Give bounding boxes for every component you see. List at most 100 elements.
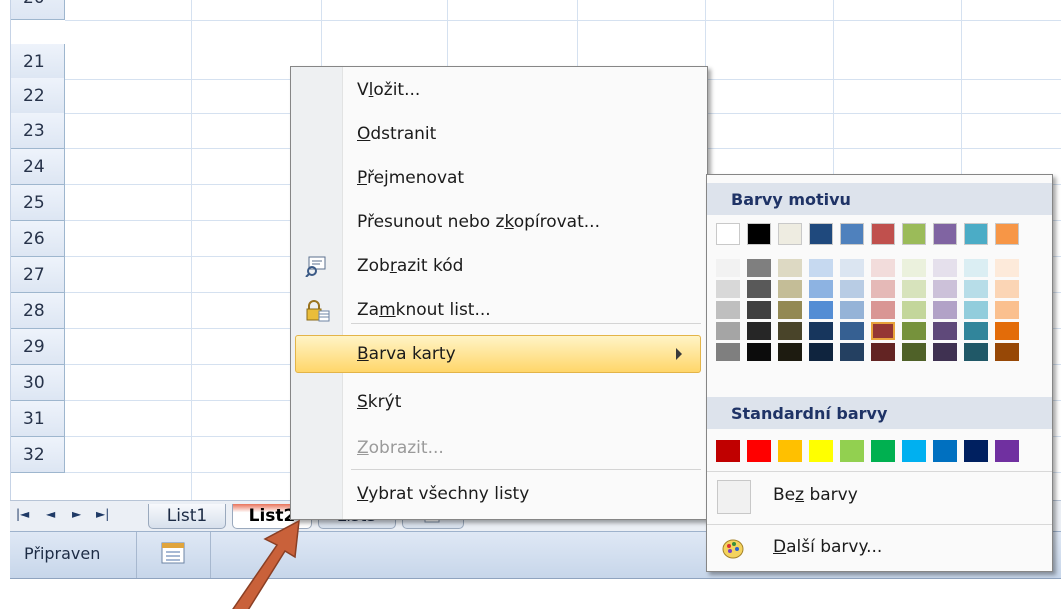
next-sheet-button[interactable]: ► [72,507,81,521]
prev-sheet-button[interactable]: ◄ [46,507,55,521]
theme-shade-swatch[interactable] [902,301,926,319]
theme-shade-swatch[interactable] [716,322,740,340]
theme-shade-swatch[interactable] [840,322,864,340]
row-header-20[interactable]: 20 [11,0,65,20]
theme-shade-swatch[interactable] [995,322,1019,340]
theme-shade-swatch[interactable] [933,259,957,277]
theme-shade-swatch[interactable] [747,322,771,340]
sheet-tab-list1[interactable]: List1 [148,504,226,529]
theme-shade-swatch[interactable] [871,343,895,361]
theme-shade-swatch[interactable] [964,343,988,361]
theme-shade-swatch[interactable] [933,301,957,319]
theme-shade-swatch[interactable] [716,280,740,298]
theme-shade-swatch[interactable] [716,259,740,277]
theme-shade-swatch[interactable] [871,280,895,298]
delete-menu-item[interactable]: Odstranit [291,115,707,153]
theme-shade-swatch[interactable] [964,280,988,298]
row-header-32[interactable]: 32 [11,437,65,473]
row-header-29[interactable]: 29 [11,329,65,365]
theme-shade-swatch[interactable] [902,259,926,277]
standard-color-swatch[interactable] [840,440,864,462]
select-all-sheets-menu-item[interactable]: Vybrat všechny listy [291,475,707,513]
theme-color-swatch[interactable] [995,223,1019,245]
theme-shade-swatch[interactable] [995,343,1019,361]
row-header-22[interactable]: 22 [11,78,65,114]
row-header-24[interactable]: 24 [11,149,65,185]
theme-shade-swatch[interactable] [995,259,1019,277]
standard-color-swatch[interactable] [809,440,833,462]
standard-color-swatch[interactable] [995,440,1019,462]
theme-shade-swatch[interactable] [840,259,864,277]
theme-shade-swatch[interactable] [747,301,771,319]
theme-shade-swatch[interactable] [871,322,895,340]
theme-shade-swatch[interactable] [809,301,833,319]
theme-shade-swatch[interactable] [964,259,988,277]
last-sheet-button[interactable]: ►| [96,507,109,521]
theme-shade-swatch[interactable] [747,259,771,277]
move-copy-menu-item[interactable]: Přesunout nebo zkopírovat... [291,203,707,241]
row-header-27[interactable]: 27 [11,257,65,293]
theme-shade-swatch[interactable] [716,343,740,361]
theme-color-swatch[interactable] [840,223,864,245]
insert-menu-item[interactable]: Vložit... [291,71,707,109]
theme-shade-swatch[interactable] [840,280,864,298]
theme-color-swatch[interactable] [778,223,802,245]
theme-shade-swatch[interactable] [778,322,802,340]
theme-shade-swatch[interactable] [902,322,926,340]
row-header-30[interactable]: 30 [11,365,65,401]
theme-shade-swatch[interactable] [809,322,833,340]
theme-shade-swatch[interactable] [747,343,771,361]
rename-menu-item[interactable]: Přejmenovat [291,159,707,197]
macro-record-icon[interactable] [160,541,186,569]
theme-shade-swatch[interactable] [809,259,833,277]
theme-color-swatch[interactable] [871,223,895,245]
tab-color-menu-item[interactable]: Barva karty [295,335,701,373]
standard-color-swatch[interactable] [933,440,957,462]
row-header-23[interactable]: 23 [11,113,65,149]
theme-color-swatch[interactable] [964,223,988,245]
theme-shade-swatch[interactable] [778,280,802,298]
view-code-menu-item[interactable]: Zobrazit kód [291,247,707,285]
first-sheet-button[interactable]: |◄ [16,507,29,521]
standard-color-swatch[interactable] [902,440,926,462]
theme-shade-swatch[interactable] [902,343,926,361]
view-code-icon [305,256,326,277]
hide-menu-item[interactable]: Skrýt [291,383,707,421]
no-color-item[interactable]: Bez barvy [707,473,1052,521]
theme-color-swatch[interactable] [809,223,833,245]
theme-shade-swatch[interactable] [995,280,1019,298]
theme-shade-swatch[interactable] [933,280,957,298]
standard-color-swatch[interactable] [871,440,895,462]
row-header-26[interactable]: 26 [11,221,65,257]
more-colors-item[interactable]: Další barvy... [707,525,1052,573]
theme-shade-swatch[interactable] [871,301,895,319]
theme-shade-swatch[interactable] [747,280,771,298]
theme-shade-swatch[interactable] [840,301,864,319]
theme-shade-swatch[interactable] [964,322,988,340]
row-header-25[interactable]: 25 [11,185,65,221]
standard-color-swatch[interactable] [964,440,988,462]
theme-shade-swatch[interactable] [995,301,1019,319]
row-header-31[interactable]: 31 [11,401,65,437]
theme-shade-swatch[interactable] [809,280,833,298]
theme-shade-swatch[interactable] [840,343,864,361]
theme-shade-swatch[interactable] [933,322,957,340]
standard-color-swatch[interactable] [778,440,802,462]
row-header-21[interactable]: 21 [11,44,65,80]
theme-shade-swatch[interactable] [778,343,802,361]
row-header-28[interactable]: 28 [11,293,65,329]
theme-shade-swatch[interactable] [778,259,802,277]
theme-shade-swatch[interactable] [933,343,957,361]
theme-shade-swatch[interactable] [964,301,988,319]
theme-shade-swatch[interactable] [902,280,926,298]
standard-color-swatch[interactable] [716,440,740,462]
theme-shade-swatch[interactable] [716,301,740,319]
theme-color-swatch[interactable] [716,223,740,245]
theme-shade-swatch[interactable] [809,343,833,361]
theme-color-swatch[interactable] [747,223,771,245]
theme-color-swatch[interactable] [902,223,926,245]
theme-color-swatch[interactable] [933,223,957,245]
standard-color-swatch[interactable] [747,440,771,462]
theme-shade-swatch[interactable] [871,259,895,277]
theme-shade-swatch[interactable] [778,301,802,319]
